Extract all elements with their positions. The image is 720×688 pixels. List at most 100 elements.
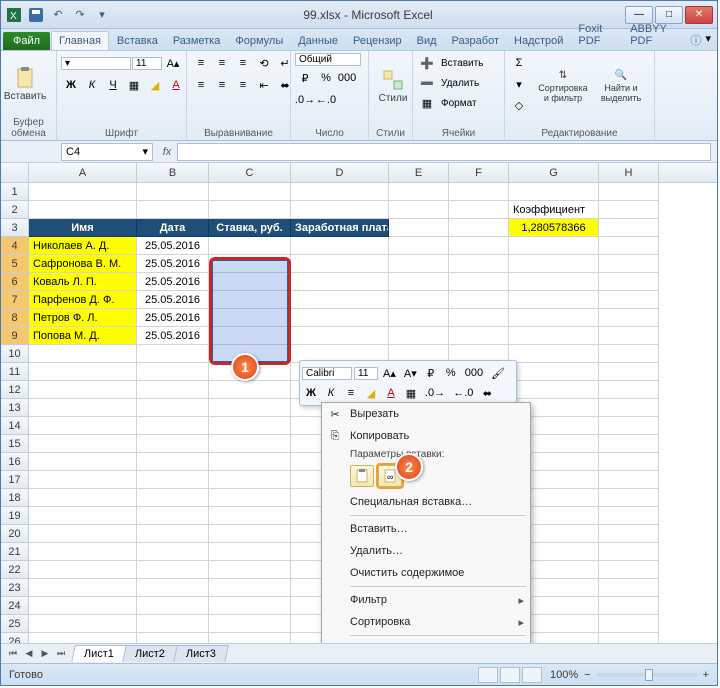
cell-date[interactable]: 25.05.2016 (137, 255, 209, 273)
ctx-cut[interactable]: ✂Вырезать (322, 403, 530, 425)
dec-decimal-icon[interactable]: ←.0 (316, 90, 336, 110)
th-date[interactable]: Дата (137, 219, 209, 237)
row-header[interactable]: 22 (1, 561, 29, 579)
indent-dec-icon[interactable]: ⇤ (254, 75, 274, 95)
mini-italic-icon[interactable]: К (322, 384, 340, 402)
mini-merge-icon[interactable]: ⬌ (478, 384, 496, 402)
coef-label-cell[interactable]: Коэффициент (509, 201, 599, 219)
ctx-comment[interactable]: 🗨Вставить примечание (322, 638, 530, 643)
number-format-select[interactable]: Общий (295, 53, 361, 66)
sheet-next-icon[interactable]: ▶ (37, 646, 53, 662)
ctx-delete[interactable]: Удалить… (322, 540, 530, 562)
col-header-E[interactable]: E (389, 163, 449, 182)
tab-formulas[interactable]: Формулы (228, 32, 290, 50)
help-icon[interactable]: ⓘ (690, 32, 701, 48)
row-header[interactable]: 4 (1, 237, 29, 255)
save-icon[interactable] (27, 6, 45, 24)
cell-name[interactable]: Сафронова В. М. (29, 255, 137, 273)
cell-date[interactable]: 25.05.2016 (137, 273, 209, 291)
th-name[interactable]: Имя (29, 219, 137, 237)
row-header[interactable]: 26 (1, 633, 29, 643)
row-header[interactable]: 1 (1, 183, 29, 201)
cell-rate[interactable] (209, 291, 291, 309)
worksheet-grid[interactable]: A B C D E F G H 1 2 Коэффициент (1, 163, 717, 643)
row-header[interactable]: 11 (1, 363, 29, 381)
bold-button[interactable]: Ж (61, 75, 81, 95)
th-salary[interactable]: Заработная плата (291, 219, 389, 237)
file-tab[interactable]: Файл (3, 32, 50, 50)
cell-date[interactable]: 25.05.2016 (137, 309, 209, 327)
row-header[interactable]: 13 (1, 399, 29, 417)
cell-date[interactable]: 25.05.2016 (137, 327, 209, 345)
mini-fill-icon[interactable]: ◢ (362, 384, 380, 402)
fill-icon[interactable]: ▾ (509, 74, 529, 94)
col-header-D[interactable]: D (291, 163, 389, 182)
col-header-B[interactable]: B (137, 163, 209, 182)
cell-rate[interactable] (209, 255, 291, 273)
row-header[interactable]: 24 (1, 597, 29, 615)
delete-cells-label[interactable]: Удалить (438, 78, 479, 89)
sort-filter-button[interactable]: ⇅ Сортировка и фильтр (535, 53, 591, 119)
orientation-icon[interactable]: ⟲ (254, 53, 274, 73)
mini-align-icon[interactable]: ≡ (342, 384, 360, 402)
name-box[interactable]: C4▾ (61, 143, 153, 161)
row-header[interactable]: 8 (1, 309, 29, 327)
row-header[interactable]: 21 (1, 543, 29, 561)
mini-paint-icon[interactable]: 🖌 (488, 364, 508, 382)
th-rate[interactable]: Ставка, руб. (209, 219, 291, 237)
tab-insert[interactable]: Вставка (110, 32, 165, 50)
chevron-down-icon[interactable]: ▾ (142, 145, 148, 158)
clear-icon[interactable]: ◇ (509, 95, 529, 115)
mini-fontcolor-icon[interactable]: A (382, 384, 400, 402)
paste-opt-default[interactable] (350, 465, 374, 487)
row-header[interactable]: 7 (1, 291, 29, 309)
zoom-out-icon[interactable]: − (584, 669, 590, 681)
italic-button[interactable]: К (82, 75, 102, 95)
mini-size-select[interactable]: 11 (354, 367, 378, 380)
row-header[interactable]: 10 (1, 345, 29, 363)
border-button[interactable]: ▦ (124, 75, 144, 95)
find-select-button[interactable]: 🔍 Найти и выделить (593, 53, 649, 119)
cell-salary[interactable] (291, 255, 389, 273)
view-normal-icon[interactable] (478, 667, 498, 683)
cell-name[interactable]: Петров Ф. Л. (29, 309, 137, 327)
zoom-slider[interactable] (597, 673, 697, 677)
fill-color-button[interactable]: ◢ (145, 75, 165, 95)
ctx-copy[interactable]: ⎘Копировать (322, 425, 530, 447)
ctx-clear[interactable]: Очистить содержимое (322, 562, 530, 584)
cell-name[interactable]: Попова М. Д. (29, 327, 137, 345)
col-header-A[interactable]: A (29, 163, 137, 182)
col-header-G[interactable]: G (509, 163, 599, 182)
cell-salary[interactable] (291, 327, 389, 345)
mini-decdec-icon[interactable]: ←.0 (450, 384, 476, 402)
currency-icon[interactable]: ₽ (295, 68, 315, 88)
row-header[interactable]: 20 (1, 525, 29, 543)
comma-icon[interactable]: 000 (337, 68, 357, 88)
minimize-ribbon-icon[interactable]: ▾ (705, 32, 711, 48)
row-header[interactable]: 25 (1, 615, 29, 633)
ctx-sort[interactable]: Сортировка (322, 611, 530, 633)
inc-decimal-icon[interactable]: .0→ (295, 90, 315, 110)
coef-value-cell[interactable]: 1,280578366 (509, 219, 599, 237)
row-header[interactable]: 6 (1, 273, 29, 291)
cell-date[interactable]: 25.05.2016 (137, 237, 209, 255)
percent-icon[interactable]: % (316, 68, 336, 88)
formula-input[interactable] (177, 143, 711, 161)
font-color-button[interactable]: A (166, 75, 186, 95)
zoom-thumb[interactable] (645, 669, 653, 681)
row-header[interactable]: 14 (1, 417, 29, 435)
row-header[interactable]: 17 (1, 471, 29, 489)
tab-data[interactable]: Данные (291, 32, 345, 50)
mini-grow-icon[interactable]: A▴ (380, 364, 399, 382)
align-bot-icon[interactable]: ≡ (233, 53, 253, 73)
font-size-select[interactable]: 11 (132, 57, 162, 70)
cell-name[interactable]: Парфенов Д. Ф. (29, 291, 137, 309)
cell-rate[interactable] (209, 309, 291, 327)
row-header[interactable]: 15 (1, 435, 29, 453)
tab-developer[interactable]: Разработ (445, 32, 506, 50)
view-pagebreak-icon[interactable] (522, 667, 542, 683)
tab-layout[interactable]: Разметка (166, 32, 228, 50)
sheet-tab-1[interactable]: Лист1 (71, 645, 127, 662)
align-top-icon[interactable]: ≡ (191, 53, 211, 73)
zoom-level[interactable]: 100% (550, 669, 578, 681)
